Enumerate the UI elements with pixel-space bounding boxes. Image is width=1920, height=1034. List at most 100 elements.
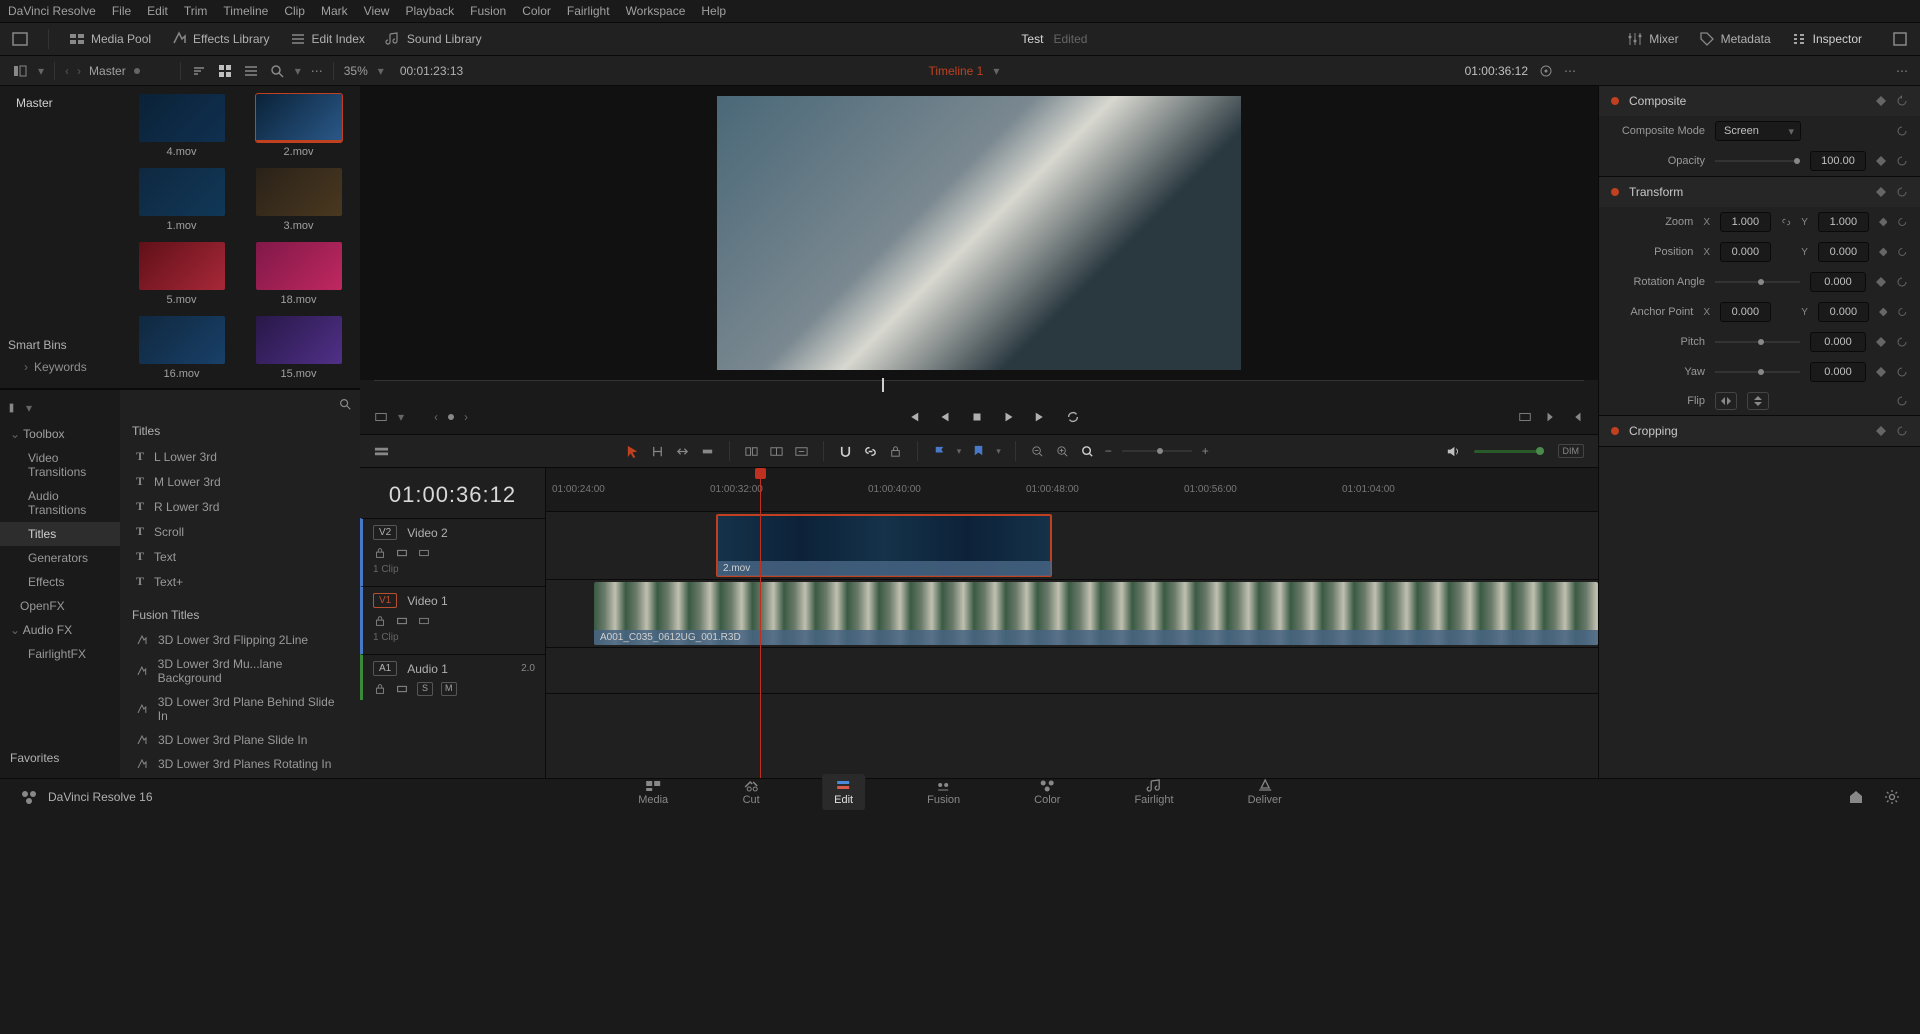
keyframe-icon[interactable] (1876, 96, 1886, 106)
zoom-out-icon[interactable] (1030, 444, 1045, 459)
lock-icon[interactable] (373, 614, 387, 628)
keyframe-icon[interactable] (1876, 187, 1886, 197)
next-edit-icon[interactable] (1544, 410, 1558, 424)
reset-icon[interactable] (1896, 366, 1908, 378)
menu-fairlight[interactable]: Fairlight (567, 4, 610, 18)
lock-icon[interactable] (888, 444, 903, 459)
menu-edit[interactable]: Edit (147, 4, 168, 18)
timeline-view-icon[interactable] (374, 444, 389, 459)
match-frame-icon[interactable] (1518, 410, 1532, 424)
keywords-bin[interactable]: ›Keywords (8, 356, 112, 378)
viewer[interactable] (360, 86, 1598, 380)
play-icon[interactable] (1002, 410, 1016, 424)
keyframe-icon[interactable] (1879, 307, 1888, 317)
keyframe-icon[interactable] (1876, 426, 1886, 436)
fusion-title-preset[interactable]: 3D Lower 3rd Mu...lane Background (120, 652, 360, 690)
list-view-icon[interactable] (243, 63, 259, 79)
prev-edit-icon[interactable] (1570, 410, 1584, 424)
reset-icon[interactable] (1897, 216, 1908, 228)
video-transitions[interactable]: Video Transitions (0, 446, 120, 484)
anchor-x[interactable]: 0.000 (1720, 302, 1771, 322)
last-frame-icon[interactable] (1034, 410, 1048, 424)
sound-library-button[interactable]: Sound Library (385, 31, 482, 47)
disable-icon[interactable] (417, 546, 431, 560)
solo-button[interactable]: S (417, 682, 433, 696)
composite-header[interactable]: Composite (1599, 86, 1920, 116)
clip-thumbnail[interactable]: 15.mov (245, 316, 352, 380)
mute-button[interactable]: M (441, 682, 457, 696)
zoom-y[interactable]: 1.000 (1818, 212, 1869, 232)
keyframe-icon[interactable] (1879, 217, 1888, 227)
page-color[interactable]: Color (1022, 774, 1072, 810)
toolbox-category[interactable]: ⌄ Toolbox (0, 422, 120, 446)
track-v1[interactable]: A001_C035_0612UG_001.R3D (546, 580, 1598, 648)
openfx-category[interactable]: OpenFX (0, 594, 120, 618)
clip-v2[interactable]: 2.mov (716, 514, 1052, 577)
search-icon[interactable] (338, 397, 352, 411)
yaw-slider[interactable] (1715, 371, 1800, 373)
reset-icon[interactable] (1896, 155, 1908, 167)
menu-trim[interactable]: Trim (184, 4, 208, 18)
home-icon[interactable] (1848, 789, 1864, 805)
auto-select-icon[interactable] (395, 682, 409, 696)
clip-v1[interactable]: A001_C035_0612UG_001.R3D (594, 582, 1598, 645)
replace-icon[interactable] (794, 444, 809, 459)
page-fairlight[interactable]: Fairlight (1122, 774, 1185, 810)
reset-icon[interactable] (1896, 276, 1908, 288)
opacity-slider[interactable] (1715, 160, 1800, 162)
menu-mark[interactable]: Mark (321, 4, 348, 18)
rotation-value[interactable]: 0.000 (1810, 272, 1866, 292)
zoom-in-icon[interactable] (1055, 444, 1070, 459)
master-bin[interactable]: Master (8, 92, 112, 114)
title-preset[interactable]: TText (120, 544, 360, 569)
timeline-ruler[interactable]: 01:00:24:0001:00:32:0001:00:40:0001:00:4… (546, 468, 1598, 512)
settings-icon[interactable] (1884, 789, 1900, 805)
a1-id[interactable]: A1 (373, 661, 397, 676)
page-cut[interactable]: Cut (730, 774, 772, 810)
menu-clip[interactable]: Clip (284, 4, 305, 18)
full-screen-icon[interactable] (1892, 31, 1908, 47)
title-preset[interactable]: TScroll (120, 519, 360, 544)
menu-playback[interactable]: Playback (405, 4, 454, 18)
page-fusion[interactable]: Fusion (915, 774, 972, 810)
reset-icon[interactable] (1896, 95, 1908, 107)
reset-icon[interactable] (1897, 246, 1908, 258)
lock-icon[interactable] (373, 546, 387, 560)
reset-icon[interactable] (1896, 336, 1908, 348)
keyframe-icon[interactable] (1876, 337, 1886, 347)
snap-icon[interactable] (838, 444, 853, 459)
track-a1[interactable] (546, 648, 1598, 694)
effects-category[interactable]: Effects (0, 570, 120, 594)
keyframe-icon[interactable] (1876, 156, 1886, 166)
metadata-button[interactable]: Metadata (1699, 31, 1771, 47)
sort-icon[interactable] (191, 63, 207, 79)
timeline-tracks[interactable]: 01:00:24:0001:00:32:0001:00:40:0001:00:4… (546, 468, 1598, 778)
scrubber[interactable] (374, 380, 1584, 400)
pitch-slider[interactable] (1715, 341, 1800, 343)
transform-header[interactable]: Transform (1599, 177, 1920, 207)
disable-icon[interactable] (417, 614, 431, 628)
menu-file[interactable]: File (112, 4, 131, 18)
bin-name[interactable]: Master (89, 64, 126, 78)
title-preset[interactable]: TL Lower 3rd (120, 444, 360, 469)
track-head-a1[interactable]: A1 Audio 1 2.0 S M (360, 654, 545, 700)
title-preset[interactable]: TText+ (120, 569, 360, 594)
titles-category[interactable]: Titles (0, 522, 120, 546)
menu-timeline[interactable]: Timeline (223, 4, 268, 18)
panel-layout-icon[interactable] (12, 63, 28, 79)
fairlightfx[interactable]: FairlightFX (0, 642, 120, 666)
lock-icon[interactable] (373, 682, 387, 696)
grid-view-icon[interactable] (217, 63, 233, 79)
auto-select-icon[interactable] (395, 614, 409, 628)
keyframe-icon[interactable] (1876, 367, 1886, 377)
mixer-button[interactable]: Mixer (1627, 31, 1678, 47)
fusion-title-preset[interactable]: 3D Lower 3rd Plane Behind Slide In (120, 690, 360, 728)
track-head-v1[interactable]: V1Video 1 1 Clip (360, 586, 545, 654)
clip-thumbnail[interactable]: 18.mov (245, 242, 352, 306)
page-deliver[interactable]: Deliver (1236, 774, 1294, 810)
yaw-value[interactable]: 0.000 (1810, 362, 1866, 382)
stop-icon[interactable] (970, 410, 984, 424)
timeline-name[interactable]: Timeline 1 (928, 64, 983, 78)
page-media[interactable]: Media (626, 774, 680, 810)
page-edit[interactable]: Edit (822, 774, 865, 810)
